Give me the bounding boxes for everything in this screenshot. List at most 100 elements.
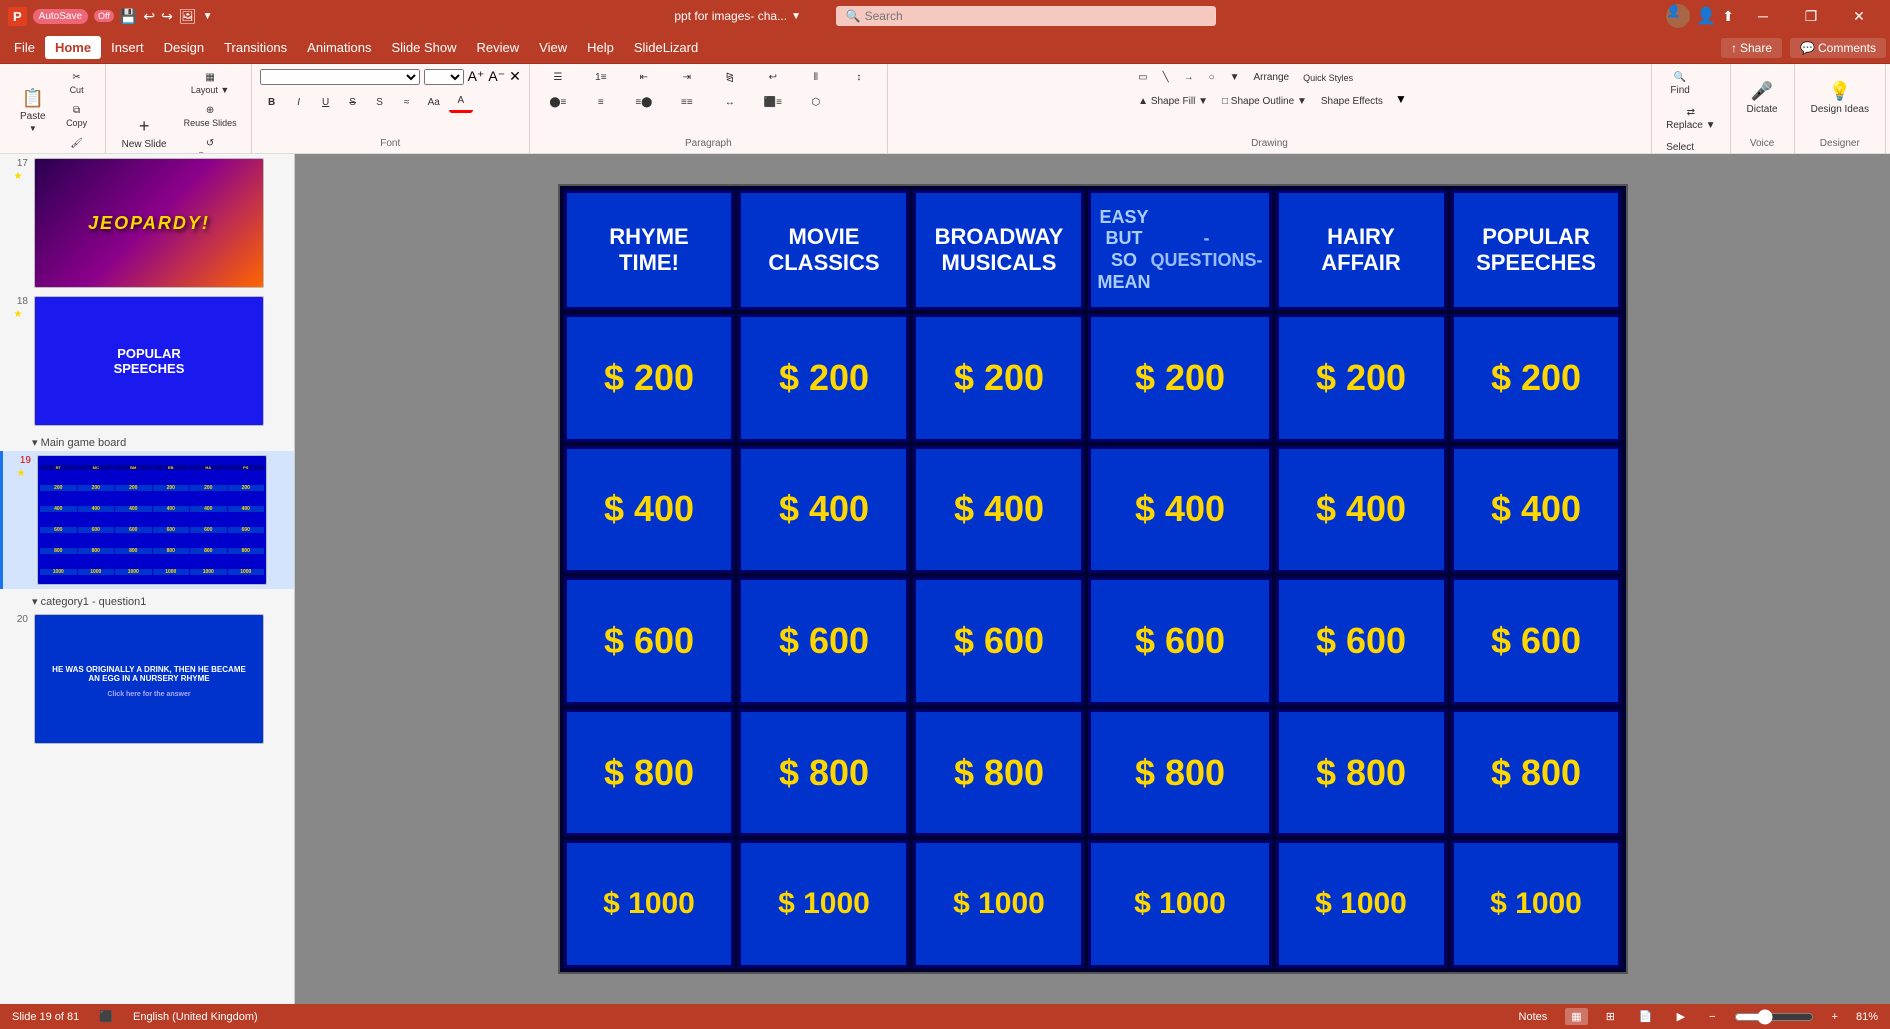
comments-button[interactable]: 💬 Comments <box>1790 38 1886 58</box>
menu-slideshow[interactable]: Slide Show <box>381 36 466 59</box>
cell-2-5[interactable]: $ 400 <box>1276 446 1447 574</box>
dropdown-arrow[interactable]: ▼ <box>203 11 213 22</box>
share-button[interactable]: ↑ Share <box>1721 38 1782 58</box>
shape-fill-button[interactable]: ▲ Shape Fill ▼ <box>1132 92 1214 111</box>
answer-link-20[interactable]: Click here for the answer <box>107 691 190 698</box>
category-header-1[interactable]: RHYMETIME! <box>564 190 735 310</box>
clear-format-icon[interactable]: ✕ <box>509 68 521 85</box>
cell-2-6[interactable]: $ 400 <box>1451 446 1622 574</box>
cell-1-6[interactable]: $ 200 <box>1451 314 1622 442</box>
shape-outline-button[interactable]: □ Shape Outline ▼ <box>1216 92 1313 111</box>
reuse-slides-button[interactable]: ⊕Reuse Slides <box>178 101 243 132</box>
cell-5-5[interactable]: $ 1000 <box>1276 840 1447 968</box>
undo-icon[interactable]: ↩ <box>143 8 155 25</box>
cell-3-5[interactable]: $ 600 <box>1276 577 1447 705</box>
numbering-button[interactable]: 1≡ <box>581 68 621 87</box>
copy-button[interactable]: ⧉Copy <box>57 101 97 132</box>
zoom-slider[interactable] <box>1734 1009 1814 1025</box>
cell-5-1[interactable]: $ 1000 <box>564 840 735 968</box>
title-dropdown[interactable]: ▼ <box>791 11 801 22</box>
cell-1-1[interactable]: $ 200 <box>564 314 735 442</box>
strikethrough-button[interactable]: S <box>341 93 365 112</box>
search-bar[interactable]: 🔍 <box>836 6 1216 26</box>
menu-transitions[interactable]: Transitions <box>214 36 297 59</box>
align-left-button[interactable]: ⬤≡ <box>538 93 578 112</box>
minimize-button[interactable]: ─ <box>1740 0 1786 32</box>
rtl-button[interactable]: ↩ <box>753 68 793 87</box>
menu-slidelizard[interactable]: SlideLizard <box>624 36 708 59</box>
font-family-select[interactable] <box>260 69 420 85</box>
font-grow-icon[interactable]: A⁺ <box>468 68 485 85</box>
text-dir-button[interactable]: ↔ <box>710 93 750 112</box>
menu-file[interactable]: File <box>4 36 45 59</box>
slideshow-button[interactable]: ▶ <box>1671 1008 1691 1025</box>
cell-1-2[interactable]: $ 200 <box>738 314 909 442</box>
line-spacing-button[interactable]: ↕ <box>839 68 879 87</box>
cell-3-3[interactable]: $ 600 <box>913 577 1084 705</box>
menu-help[interactable]: Help <box>577 36 624 59</box>
bold-button[interactable]: B <box>260 93 284 112</box>
normal-view-button[interactable]: ▦ <box>1565 1008 1587 1025</box>
restore-button[interactable]: ❐ <box>1788 0 1834 32</box>
underline-button[interactable]: U <box>314 93 338 112</box>
slide-item-19[interactable]: 19 ★ RT MC BM EB HA PS 200 200 200 200 2… <box>0 451 294 589</box>
text-spacing-button[interactable]: ≈ <box>395 93 419 112</box>
close-button[interactable]: ✕ <box>1836 0 1882 32</box>
bullets-button[interactable]: ☰ <box>538 68 578 87</box>
rect-shape[interactable]: ▭ <box>1132 68 1153 87</box>
replace-button[interactable]: ⇄ Replace ▼ <box>1660 103 1721 135</box>
ribbon-toggle[interactable]: ⬆ <box>1722 8 1734 25</box>
paste-dropdown[interactable]: ▼ <box>29 124 37 133</box>
slide-item-20[interactable]: 20 ★ HE WAS ORIGINALLY A DRINK, THEN HE … <box>0 610 294 748</box>
category-header-4[interactable]: EASY BUTSO MEAN-QUESTIONS- <box>1088 190 1271 310</box>
cell-3-6[interactable]: $ 600 <box>1451 577 1622 705</box>
format-painter-button[interactable]: 🖌 <box>57 134 97 153</box>
cell-4-2[interactable]: $ 800 <box>738 709 909 837</box>
justify-button[interactable]: ≡≡ <box>667 93 707 112</box>
cut-button[interactable]: ✂Cut <box>57 68 97 99</box>
zoom-plus[interactable]: + <box>1826 1009 1844 1025</box>
cell-4-5[interactable]: $ 800 <box>1276 709 1447 837</box>
design-ideas-button[interactable]: 💡 Design Ideas <box>1803 68 1877 128</box>
cell-4-1[interactable]: $ 800 <box>564 709 735 837</box>
smart-art-button[interactable]: ⧎ <box>710 68 750 87</box>
new-slide-button[interactable]: + New Slide <box>114 103 175 154</box>
align-text-button[interactable]: ⬛≡ <box>753 93 793 112</box>
cell-3-2[interactable]: $ 600 <box>738 577 909 705</box>
redo-icon[interactable]: ↪ <box>161 8 173 25</box>
oval-shape[interactable]: ○ <box>1202 68 1222 87</box>
cell-5-2[interactable]: $ 1000 <box>738 840 909 968</box>
menu-insert[interactable]: Insert <box>101 36 154 59</box>
increase-indent-button[interactable]: ⇥ <box>667 68 707 87</box>
slide-sorter-button[interactable]: ⊞ <box>1600 1008 1621 1025</box>
paste-button[interactable]: 📋 Paste ▼ <box>12 81 54 141</box>
align-right-button[interactable]: ≡⬤ <box>624 93 664 112</box>
category-header-3[interactable]: BROADWAYMUSICALS <box>913 190 1084 310</box>
zoom-minus[interactable]: − <box>1703 1009 1721 1025</box>
reset-button[interactable]: ↺Reset <box>178 134 243 154</box>
cell-3-4[interactable]: $ 600 <box>1088 577 1271 705</box>
menu-animations[interactable]: Animations <box>297 36 381 59</box>
cell-1-5[interactable]: $ 200 <box>1276 314 1447 442</box>
font-size-select[interactable] <box>424 69 464 85</box>
font-shrink-icon[interactable]: A⁻ <box>488 68 505 85</box>
menu-design[interactable]: Design <box>154 36 214 59</box>
shadow-button[interactable]: S <box>368 93 392 112</box>
quick-styles-button[interactable]: Quick Styles <box>1297 68 1359 87</box>
layout-button[interactable]: ▦Layout ▼ <box>178 68 243 99</box>
save-icon[interactable]: 💾 <box>120 8 137 25</box>
menu-view[interactable]: View <box>529 36 577 59</box>
category-header-2[interactable]: MOVIECLASSICS <box>738 190 909 310</box>
italic-button[interactable]: I <box>287 93 311 112</box>
change-case-button[interactable]: Aa <box>422 93 446 112</box>
decrease-indent-button[interactable]: ⇤ <box>624 68 664 87</box>
arrange-button[interactable]: Arrange <box>1248 68 1296 87</box>
category-header-5[interactable]: HAIRYAFFAIR <box>1276 190 1447 310</box>
cell-2-4[interactable]: $ 400 <box>1088 446 1271 574</box>
cell-4-3[interactable]: $ 800 <box>913 709 1084 837</box>
slide-item-17[interactable]: 17 ★ JEOPARDY! <box>0 154 294 292</box>
select-button[interactable]: Select <box>1660 138 1700 154</box>
reading-view-button[interactable]: 📄 <box>1633 1008 1659 1025</box>
shape-effects-button[interactable]: Shape Effects <box>1315 92 1389 111</box>
cell-4-6[interactable]: $ 800 <box>1451 709 1622 837</box>
